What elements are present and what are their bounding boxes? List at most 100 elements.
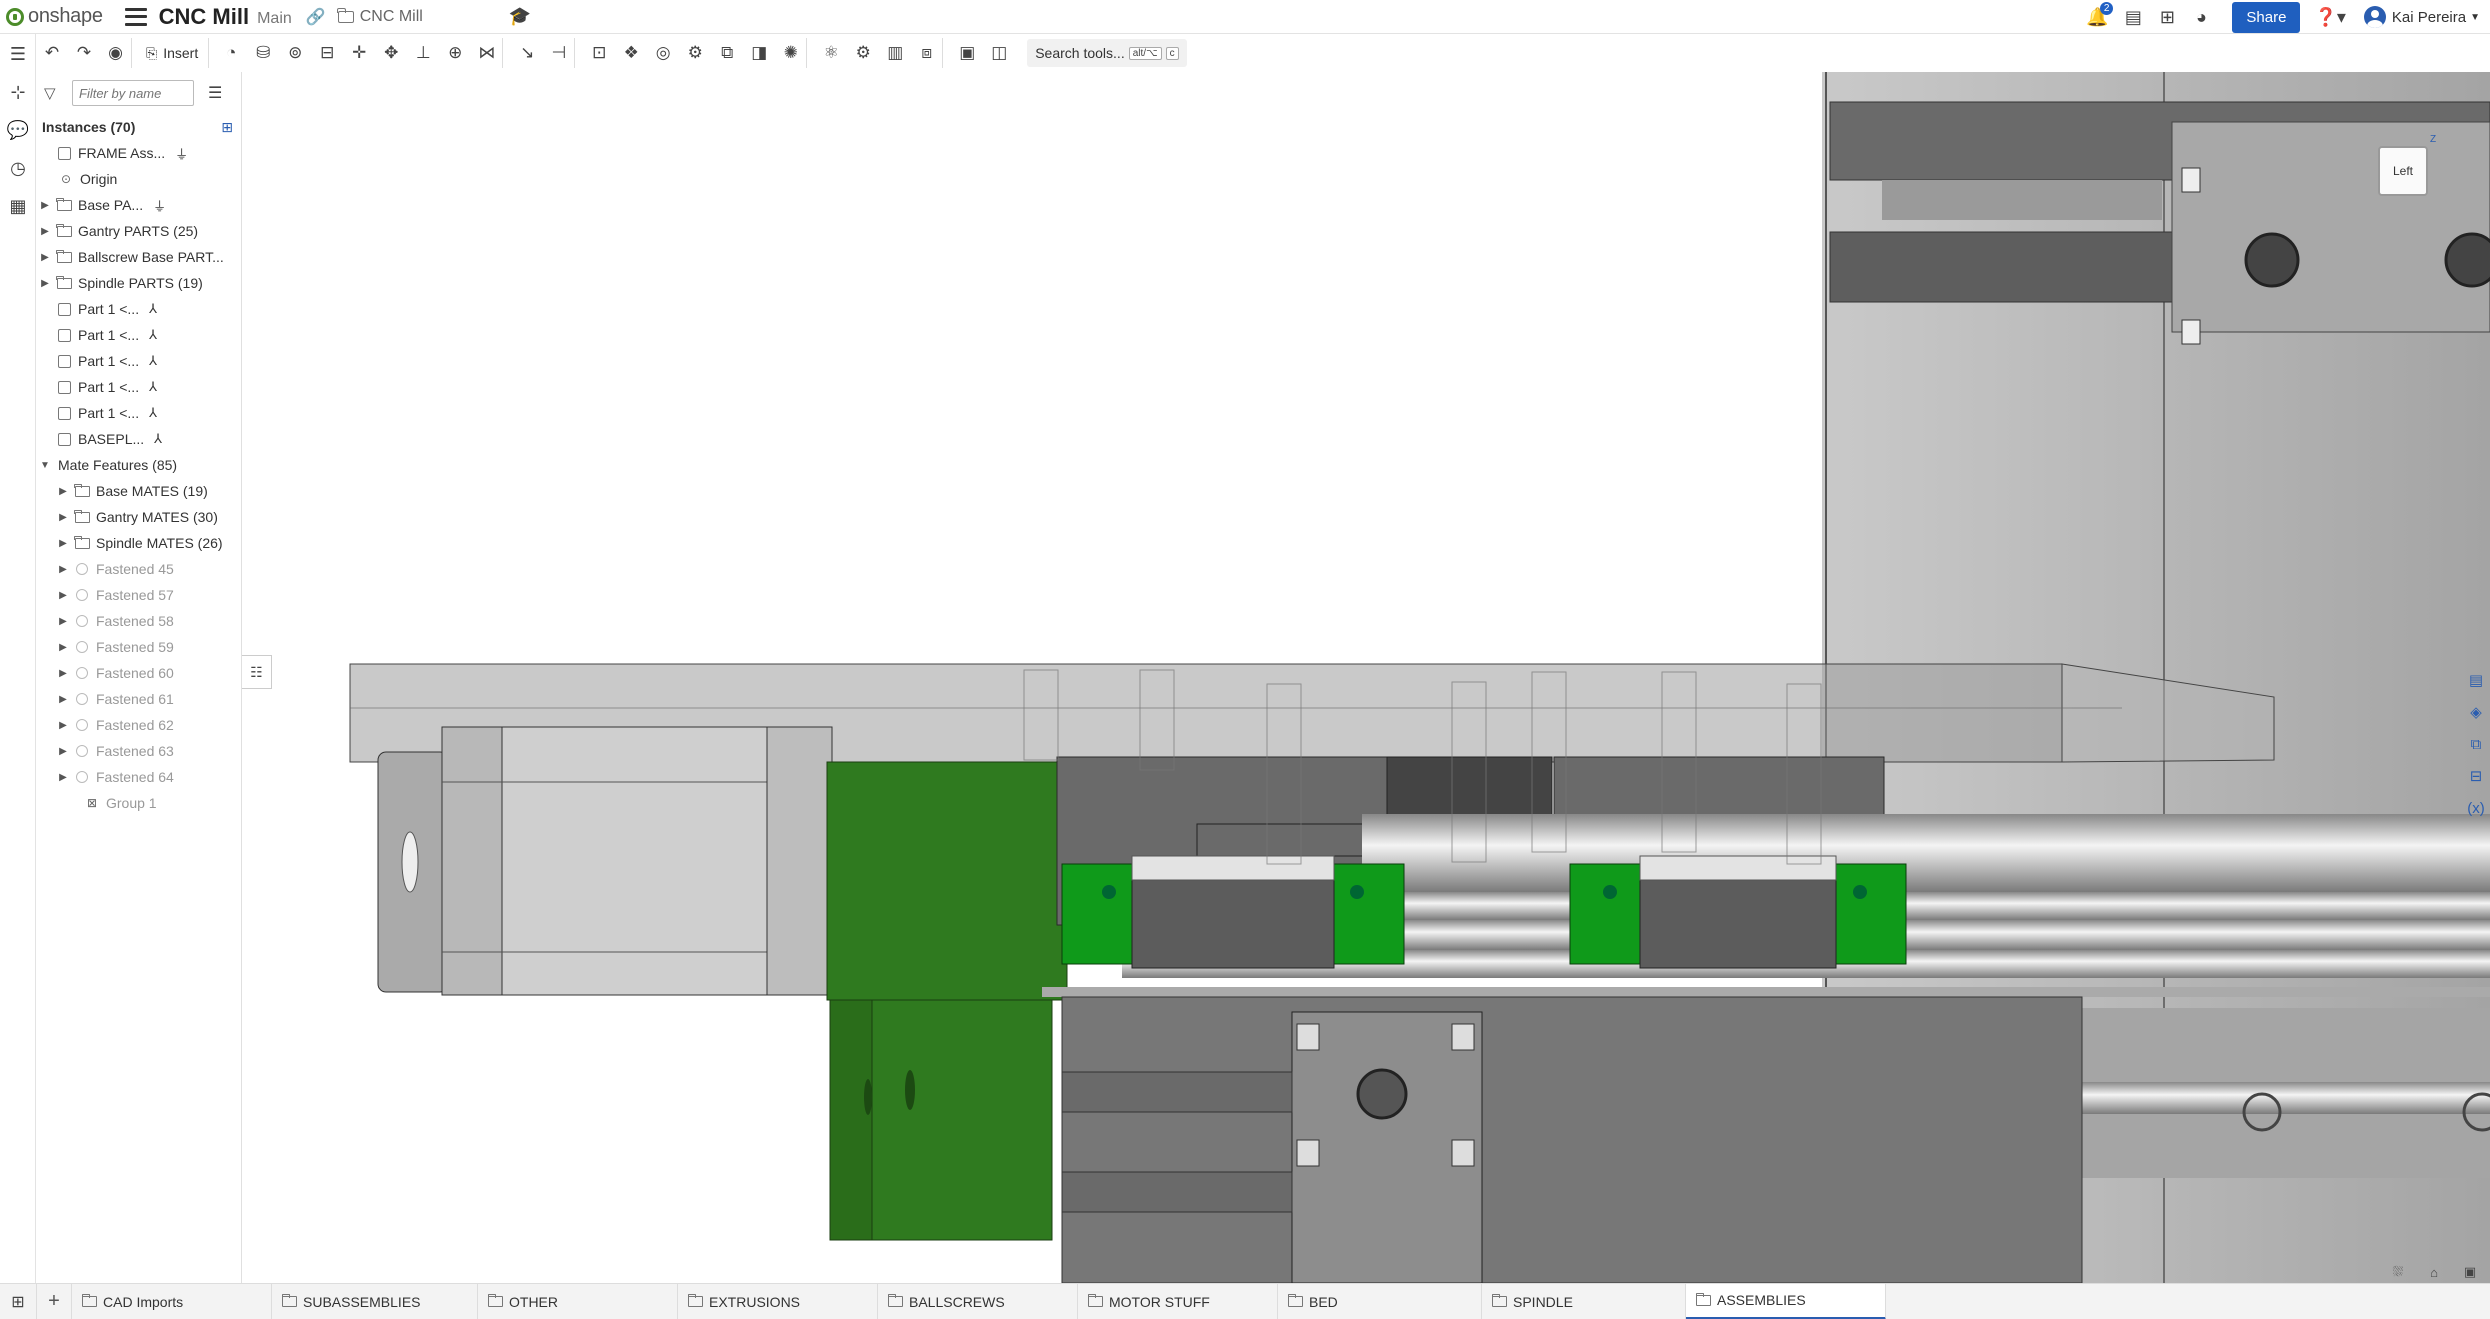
mate-values-icon[interactable]: ⧉ — [2462, 728, 2490, 760]
onshape-logo[interactable]: onshape — [6, 0, 103, 34]
help-icon[interactable]: ❓▾ — [2314, 7, 2345, 28]
share-button[interactable]: Share — [2232, 1, 2301, 33]
tab-other[interactable]: OTHER — [478, 1283, 678, 1319]
chevron-right-icon[interactable]: ▶ — [56, 668, 70, 679]
chevron-right-icon[interactable]: ▶ — [56, 694, 70, 705]
configuration-icon[interactable]: ◫ — [983, 38, 1015, 68]
explode-icon[interactable]: ✺ — [775, 38, 808, 68]
chevron-right-icon[interactable]: ▶ — [56, 746, 70, 757]
chevron-right-icon[interactable]: ▶ — [38, 226, 52, 237]
planar-mate-icon[interactable]: ✛ — [343, 38, 375, 68]
feature-list-icon[interactable]: ☰ — [0, 36, 36, 72]
instance-item[interactable]: Part 1 <... ⅄ — [36, 296, 241, 322]
tab-bed[interactable]: BED — [1278, 1283, 1482, 1319]
width-mate-icon[interactable]: ⊣ — [543, 38, 576, 68]
instance-item[interactable]: Part 1 <... ⅄ — [36, 322, 241, 348]
chevron-right-icon[interactable]: ▶ — [56, 486, 70, 497]
tab-assemblies[interactable]: ASSEMBLIES — [1686, 1283, 1886, 1319]
settings-gear-icon[interactable]: ⚙ — [847, 38, 879, 68]
cylindrical-mate-icon[interactable]: ✥ — [375, 38, 407, 68]
linear-pattern-icon[interactable]: ⧉ — [711, 38, 743, 68]
chevron-right-icon[interactable]: ▶ — [38, 252, 52, 263]
view-cube-face[interactable]: Left — [2378, 146, 2428, 196]
measure-icon[interactable]: ⚛ — [815, 38, 847, 68]
tab-subassemblies[interactable]: SUBASSEMBLIES — [272, 1283, 478, 1319]
group-item[interactable]: ⊠ Group 1 — [36, 790, 241, 816]
tab-motor-stuff[interactable]: MOTOR STUFF — [1078, 1283, 1278, 1319]
filter-by-name-input[interactable] — [72, 80, 194, 106]
mate-item[interactable]: ▶ Gantry MATES (30) — [36, 504, 241, 530]
update-icon[interactable]: ◉ — [100, 38, 132, 68]
cad-model-render[interactable] — [242, 72, 2490, 1283]
instance-item[interactable]: ⊙ Origin — [36, 166, 241, 192]
chevron-right-icon[interactable]: ▶ — [38, 200, 52, 211]
link-icon[interactable]: 🔗 — [306, 7, 326, 27]
mate-connector-tool-icon[interactable]: ◎ — [647, 38, 679, 68]
grid-icon[interactable]: ▥ — [879, 38, 911, 68]
history-icon[interactable]: ◷ — [0, 150, 36, 186]
part-list-icon[interactable]: ▤ — [2462, 664, 2490, 696]
chevron-right-icon[interactable]: ▶ — [56, 564, 70, 575]
view-cube[interactable]: Left Z — [2370, 134, 2440, 208]
instance-item[interactable]: ▶ Spindle PARTS (19) — [36, 270, 241, 296]
display-states-icon[interactable]: ⧈ — [911, 38, 944, 68]
app-store-icon[interactable]: ⊞ — [2156, 6, 2178, 28]
instances-header[interactable]: Instances (70) ⊞ — [36, 114, 241, 140]
folder-breadcrumb[interactable]: CNC Mill — [337, 7, 423, 26]
mate-item[interactable]: ▶ Fastened 64 — [36, 764, 241, 790]
ball-mate-icon[interactable]: ⊕ — [439, 38, 471, 68]
instance-item[interactable]: Part 1 <... ⅄ — [36, 348, 241, 374]
add-tab-button[interactable]: + — [36, 1283, 72, 1319]
mate-item[interactable]: ▶ Fastened 62 — [36, 712, 241, 738]
section-view-icon[interactable]: ◨ — [743, 38, 775, 68]
instance-item[interactable]: ▶ Gantry PARTS (25) — [36, 218, 241, 244]
replicate-icon[interactable]: ❖ — [615, 38, 647, 68]
instance-item[interactable]: ▶ Base PA... ⏚ — [36, 192, 241, 218]
new-folder-icon[interactable]: ⊞ — [221, 119, 233, 136]
mate-item[interactable]: ▶ Fastened 60 — [36, 660, 241, 686]
redo-icon[interactable]: ↷ — [68, 38, 100, 68]
undo-icon[interactable]: ↶ — [36, 38, 68, 68]
pin-slot-mate-icon[interactable]: ⊥ — [407, 38, 439, 68]
instance-item[interactable]: Part 1 <... ⅄ — [36, 400, 241, 426]
tab-ballscrews[interactable]: BALLSCREWS — [878, 1283, 1078, 1319]
chevron-right-icon[interactable]: ▶ — [38, 278, 52, 289]
menu-icon[interactable] — [124, 7, 147, 26]
chevron-right-icon[interactable]: ▶ — [56, 616, 70, 627]
instance-item[interactable]: FRAME Ass... ⏚ — [36, 140, 241, 166]
mate-connector-icon[interactable]: ⊹ — [0, 74, 36, 110]
instance-item[interactable]: BASEPL... ⅄ — [36, 426, 241, 452]
instance-item[interactable]: Part 1 <... ⅄ — [36, 374, 241, 400]
display-mode-icon[interactable]: ⛆ — [2380, 1262, 2416, 1282]
instance-item[interactable]: ▶ Ballscrew Base PART... — [36, 244, 241, 270]
chevron-right-icon[interactable]: ▶ — [56, 538, 70, 549]
document-list-icon[interactable]: ▤ — [2122, 6, 2144, 28]
list-view-icon[interactable]: ☰ — [208, 83, 222, 103]
variables-icon[interactable]: (x) — [2462, 792, 2490, 824]
collapse-panel-icon[interactable]: ☷ — [242, 655, 272, 689]
chevron-down-icon[interactable]: ▼ — [38, 460, 52, 471]
mate-features-header[interactable]: ▼ Mate Features (85) — [36, 452, 241, 478]
tab-cad-imports[interactable]: CAD Imports — [72, 1283, 272, 1319]
tab-spindle[interactable]: SPINDLE — [1482, 1283, 1686, 1319]
chevron-right-icon[interactable]: ▶ — [56, 512, 70, 523]
mate-item[interactable]: ▶ Fastened 57 — [36, 582, 241, 608]
bom-icon[interactable]: ▦ — [0, 188, 36, 224]
education-cap-icon[interactable]: 🎓 — [509, 6, 531, 27]
chevron-right-icon[interactable]: ▶ — [56, 772, 70, 783]
slider-mate-icon[interactable]: ⊟ — [311, 38, 343, 68]
fastened-mate-icon[interactable]: ⛁ — [247, 38, 279, 68]
parallel-mate-icon[interactable]: ⋈ — [471, 38, 504, 68]
zoom-fit-icon[interactable]: ▣ — [2452, 1262, 2488, 1282]
mate-item[interactable]: ▶ Fastened 45 — [36, 556, 241, 582]
tab-manager-icon[interactable]: ⊞ — [0, 1284, 36, 1319]
comments-icon[interactable]: 💬 — [0, 112, 36, 148]
group-icon[interactable]: ⊡ — [583, 38, 615, 68]
named-views-icon[interactable]: ▣ — [951, 38, 983, 68]
gear-relation-icon[interactable]: ⚙ — [679, 38, 711, 68]
tab-extrusions[interactable]: EXTRUSIONS — [678, 1283, 878, 1319]
explode-view-icon[interactable]: ⊟ — [2462, 760, 2490, 792]
revolute-mate-icon[interactable]: ⊚ — [279, 38, 311, 68]
workspace-name[interactable]: Main — [257, 10, 292, 28]
learning-center-icon[interactable]: ◕ — [2190, 6, 2212, 28]
